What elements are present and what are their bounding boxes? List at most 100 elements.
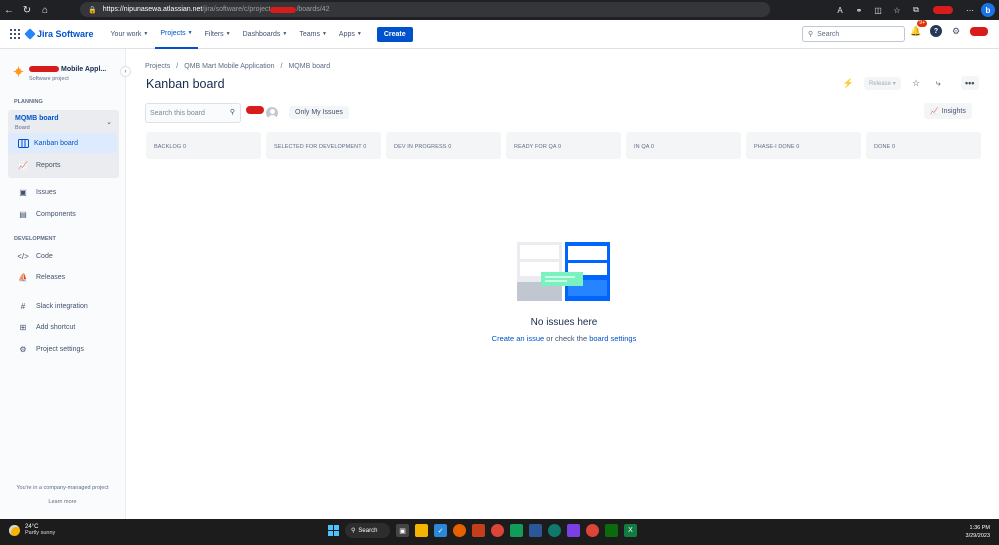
project-name-text: Mobile Appl... [61,66,107,73]
help-icon[interactable]: ? [930,25,942,37]
sidebar-item-project-settings[interactable]: ⚙ Project settings [8,340,119,358]
file-explorer-icon[interactable] [415,524,428,537]
app-switcher-icon[interactable] [10,29,20,39]
release-button[interactable]: Release ▾ [864,76,901,90]
column-name: PHASE-I DONE [754,144,795,150]
copilot-icon[interactable]: b [981,3,995,17]
settings-gear-icon[interactable]: ⚙ [950,25,962,37]
unassigned-avatar[interactable] [264,105,280,121]
taskbar-search[interactable]: ⚲ Search [345,523,390,538]
column-ready-for-qa[interactable]: READY FOR QA 0 [506,132,621,159]
insights-button[interactable]: 📈 Insights [924,103,972,119]
teams-icon[interactable] [567,524,580,537]
extensions-icon[interactable]: ◫ [870,2,886,18]
only-my-issues-filter[interactable]: Only My Issues [289,106,349,119]
profile-avatar[interactable] [933,6,953,14]
chevron-down-icon: ▼ [187,30,193,36]
refresh-icon[interactable]: ↻ [18,0,36,20]
sidebar-item-releases[interactable]: ⛵ Releases [8,268,119,286]
breadcrumb-separator: / [176,63,179,70]
read-aloud-icon[interactable]: A [832,2,848,18]
column-count: 0 [182,144,187,150]
sidebar-item-kanban-board[interactable]: Kanban board [8,133,117,153]
lightning-icon[interactable]: ⚡ [842,77,855,90]
project-header[interactable]: Mobile Appl... Software project [13,66,106,82]
sidebar-item-add-shortcut[interactable]: ⊞ Add shortcut [8,318,119,336]
chrome-icon[interactable] [491,524,504,537]
address-bar[interactable]: 🔒 https://nipunasewa.atlassian.net /jira… [80,2,770,17]
column-backlog[interactable]: BACKLOG 0 [146,132,261,159]
collections-icon[interactable]: ⧉ [908,2,924,18]
sidebar-item-reports[interactable]: 📈 Reports [8,156,119,174]
project-avatar-icon [13,66,24,77]
browser-toolbar-icons: A ⚭ ◫ ☆ ⧉ ⋯ b [832,0,999,20]
sidebar-item-issues[interactable]: ▣ Issues [8,183,119,201]
board-columns-icon [17,138,29,148]
green-app-icon[interactable] [605,524,618,537]
sidebar-item-code[interactable]: </> Code [8,247,119,265]
excel-icon[interactable]: X [624,524,637,537]
reports-chart-icon: 📈 [18,160,28,170]
home-icon[interactable]: ⌂ [36,0,54,20]
favorites-icon[interactable]: ☆ [889,2,905,18]
more-icon[interactable]: ⋯ [962,2,978,18]
notifications-icon[interactable]: 🔔 9+ [910,20,927,37]
menu-your-work[interactable]: Your work ▼ [106,20,154,49]
sidebar-item-components[interactable]: ▤ Components [8,205,119,223]
firefox-icon[interactable] [453,524,466,537]
tracking-icon[interactable]: ⚭ [851,2,867,18]
menu-label: Filters [204,30,224,38]
todo-icon[interactable]: ✓ [434,524,447,537]
board-settings-link[interactable]: board settings [589,334,636,343]
breadcrumb-board[interactable]: MQMB board [288,63,330,70]
menu-filters[interactable]: Filters ▼ [200,20,236,49]
app-icon[interactable] [472,524,485,537]
sidebar-item-label: Issues [36,188,57,196]
chevron-down-icon: ▼ [356,31,362,37]
chevron-left-icon: ‹ [124,68,127,75]
menu-teams[interactable]: Teams ▼ [294,20,332,49]
column-selected-for-development[interactable]: SELECTED FOR DEVELOPMENT 0 [266,132,381,159]
mail-icon[interactable] [529,524,542,537]
global-search-input[interactable]: ⚲ Search [802,26,905,42]
brand-name: Jira Software [37,29,94,39]
collapse-sidebar-button[interactable]: ‹ [120,66,131,77]
menu-dashboards[interactable]: Dashboards ▼ [238,20,293,49]
edge-icon[interactable] [548,524,561,537]
column-done[interactable]: DONE 0 [866,132,981,159]
url-host: https://nipunasewa.atlassian.net [102,6,203,13]
column-name: IN QA [634,144,650,150]
board-search-input[interactable]: Search this board ⚲ [145,103,241,123]
learn-more-link[interactable]: Learn more [0,499,125,505]
column-in-qa[interactable]: IN QA 0 [626,132,741,159]
more-actions-button[interactable]: ••• [960,76,979,90]
column-phase-i-done[interactable]: PHASE-I DONE 0 [746,132,861,159]
share-icon[interactable]: ⤷ [932,77,945,90]
slack-icon: # [20,301,26,311]
user-avatar[interactable] [970,26,988,36]
create-issue-link[interactable]: Create an issue [492,334,545,343]
column-dev-in-progress[interactable]: DEV IN PROGRESS 0 [386,132,501,159]
sidebar-item-slack[interactable]: # Slack integration [8,297,119,315]
user-avatar[interactable] [246,106,264,114]
weather-widget[interactable]: 24°C Partly sunny [9,524,55,536]
back-icon[interactable]: ← [0,0,18,20]
menu-projects[interactable]: Projects ▼ [155,20,198,49]
windows-taskbar: 24°C Partly sunny ⚲ Search ▣ ✓ X 1:36 PM … [0,519,999,545]
chevron-down-icon: ▼ [282,31,288,37]
task-view-icon[interactable]: ▣ [396,524,409,537]
jira-logo[interactable]: Jira Software [24,28,94,40]
breadcrumb-projects[interactable]: Projects [145,63,170,70]
column-name: DONE [874,144,891,150]
create-button[interactable]: Create [376,26,413,42]
chrome-profile-icon[interactable] [586,524,599,537]
breadcrumb-project[interactable]: QMB Mart Mobile Application [184,63,274,70]
planning-section-label: PLANNING [14,99,43,105]
windows-start-icon[interactable] [328,525,339,536]
empty-board-illustration [517,242,611,302]
star-icon[interactable]: ☆ [910,77,923,90]
menu-apps[interactable]: Apps ▼ [334,20,367,49]
system-clock[interactable]: 1:36 PM 3/29/2023 [966,524,990,540]
notes-icon[interactable] [510,524,523,537]
column-count: 0 [448,144,452,150]
